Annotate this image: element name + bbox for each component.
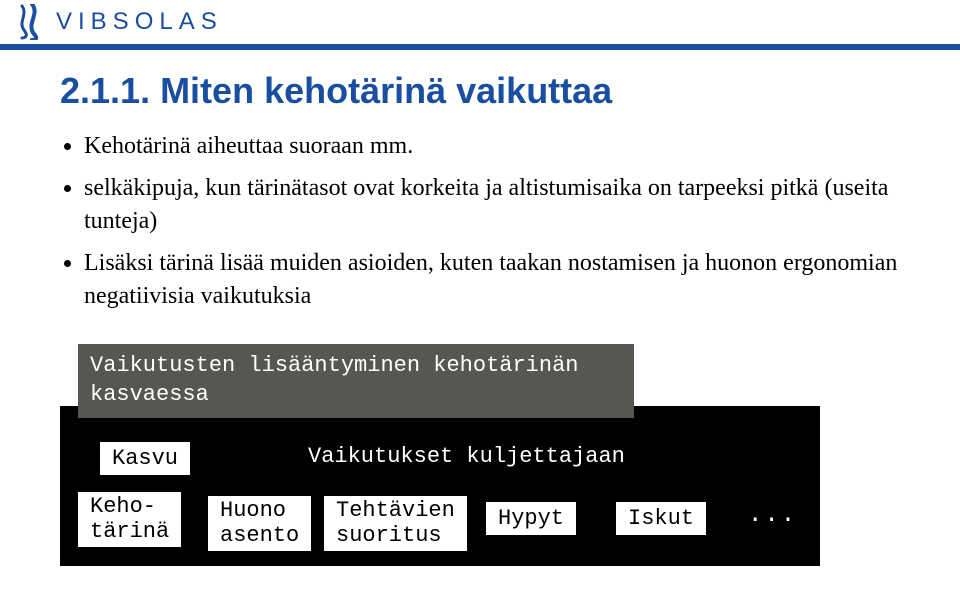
label-kasvu: Kasvu [100,442,190,475]
banner-text: Vaikutusten lisääntyminen kehotärinän ka… [90,352,622,409]
label-iskut: Iskut [616,502,706,535]
diagram-banner: Vaikutusten lisääntyminen kehotärinän ka… [78,344,634,418]
list-item: Lisäksi tärinä lisää muiden asioiden, ku… [84,247,900,314]
label-hypyt: Hypyt [486,502,576,535]
slide-title: 2.1.1. Miten kehotärinä vaikuttaa [60,70,900,112]
list-item: Kehotärinä aiheuttaa suoraan mm. [84,130,900,164]
diagram: Vaikutusten lisääntyminen kehotärinän ka… [60,344,820,574]
label-driver: Vaikutukset kuljettajaan [308,444,625,469]
label-dots: ... [748,502,797,529]
bullet-list: Kehotärinä aiheuttaa suoraan mm. selkäki… [60,130,900,314]
logo-text: VIBSOLAS [56,8,223,36]
wave-icon [18,4,46,40]
list-item: selkäkipuja, kun tärinätasot ovat korkei… [84,172,900,239]
app-header: VIBSOLAS [0,0,960,50]
label-asento: Huono asento [208,496,311,551]
label-tehtavien: Tehtävien suoritus [324,496,467,551]
label-kehotarina: Keho- tärinä [78,492,181,547]
slide-content: 2.1.1. Miten kehotärinä vaikuttaa Kehotä… [0,50,960,574]
logo: VIBSOLAS [18,4,223,40]
